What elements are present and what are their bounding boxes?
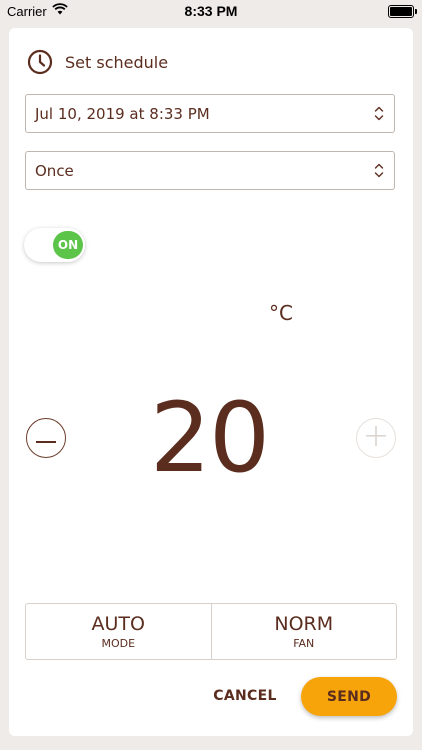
plus-icon bbox=[366, 426, 386, 450]
send-button[interactable]: SEND bbox=[301, 677, 397, 716]
mode-selector[interactable]: AUTO MODE bbox=[26, 604, 211, 659]
fan-label: FAN bbox=[293, 637, 315, 650]
status-bar: Carrier 8:33 PM bbox=[0, 0, 422, 22]
battery-icon bbox=[388, 5, 417, 18]
date-time-value: Jul 10, 2019 at 8:33 PM bbox=[35, 104, 210, 123]
fan-value: NORM bbox=[274, 613, 334, 635]
mode-label: MODE bbox=[101, 637, 136, 650]
repeat-value: Once bbox=[35, 161, 74, 180]
minus-icon bbox=[36, 429, 56, 448]
mode-fan-bar: AUTO MODE NORM FAN bbox=[25, 603, 397, 660]
fan-selector[interactable]: NORM FAN bbox=[210, 604, 397, 659]
clock-icon bbox=[27, 49, 53, 75]
date-time-picker[interactable]: Jul 10, 2019 at 8:33 PM bbox=[25, 94, 395, 133]
decrease-temperature-button[interactable] bbox=[26, 418, 66, 458]
temperature-unit: °C bbox=[269, 301, 293, 325]
chevron-up-down-icon bbox=[373, 162, 385, 179]
increase-temperature-button[interactable] bbox=[356, 418, 396, 458]
schedule-header: Set schedule bbox=[27, 47, 168, 77]
repeat-picker[interactable]: Once bbox=[25, 151, 395, 190]
cancel-button[interactable]: CANCEL bbox=[205, 678, 285, 714]
temperature-value: 20 bbox=[149, 382, 270, 494]
page-title: Set schedule bbox=[65, 52, 169, 72]
mode-value: AUTO bbox=[91, 613, 145, 635]
chevron-up-down-icon bbox=[373, 105, 385, 122]
schedule-card: Set schedule Jul 10, 2019 at 8:33 PM Onc… bbox=[9, 28, 413, 736]
status-time: 8:33 PM bbox=[184, 3, 238, 19]
toggle-knob: ON bbox=[53, 231, 83, 259]
power-toggle[interactable]: ON bbox=[24, 228, 85, 262]
